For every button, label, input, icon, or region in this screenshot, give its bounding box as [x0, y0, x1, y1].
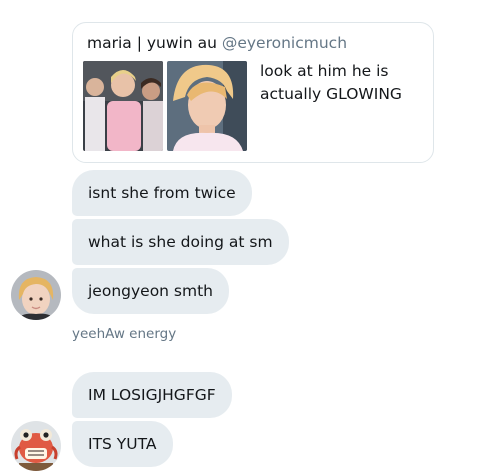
message-text: what is she doing at sm: [88, 233, 273, 251]
message-bubble[interactable]: IM LOSIGJHGFGF: [72, 372, 232, 418]
sender-name: yeehAw energy: [72, 326, 177, 342]
message-text: ITS YUTA: [88, 435, 157, 453]
quoted-author-handle: @eyeronicmuch: [221, 34, 348, 52]
message-bubble[interactable]: isnt she from twice: [72, 170, 252, 216]
quoted-image-closeup[interactable]: [167, 61, 247, 151]
message-bubble[interactable]: ITS YUTA: [72, 421, 173, 467]
quoted-tweet-card[interactable]: maria | yuwin au @eyeronicmuch look at h…: [72, 22, 434, 163]
quoted-image-concert[interactable]: [83, 61, 163, 151]
message-text: isnt she from twice: [88, 184, 236, 202]
message-bubble[interactable]: what is she doing at sm: [72, 219, 289, 265]
message-bubble[interactable]: jeongyeon smth: [72, 268, 230, 314]
quoted-author-name: maria | yuwin au: [87, 34, 217, 52]
sender-avatar[interactable]: [11, 270, 61, 320]
sender-avatar[interactable]: [11, 421, 61, 471]
message-text: jeongyeon smth: [88, 282, 214, 300]
message-text: IM LOSIGJHGFGF: [88, 386, 216, 404]
quoted-tweet-text: look at him he is actually GLOWING: [260, 62, 402, 103]
quoted-tweet-header: maria | yuwin au @eyeronicmuch: [87, 34, 347, 52]
